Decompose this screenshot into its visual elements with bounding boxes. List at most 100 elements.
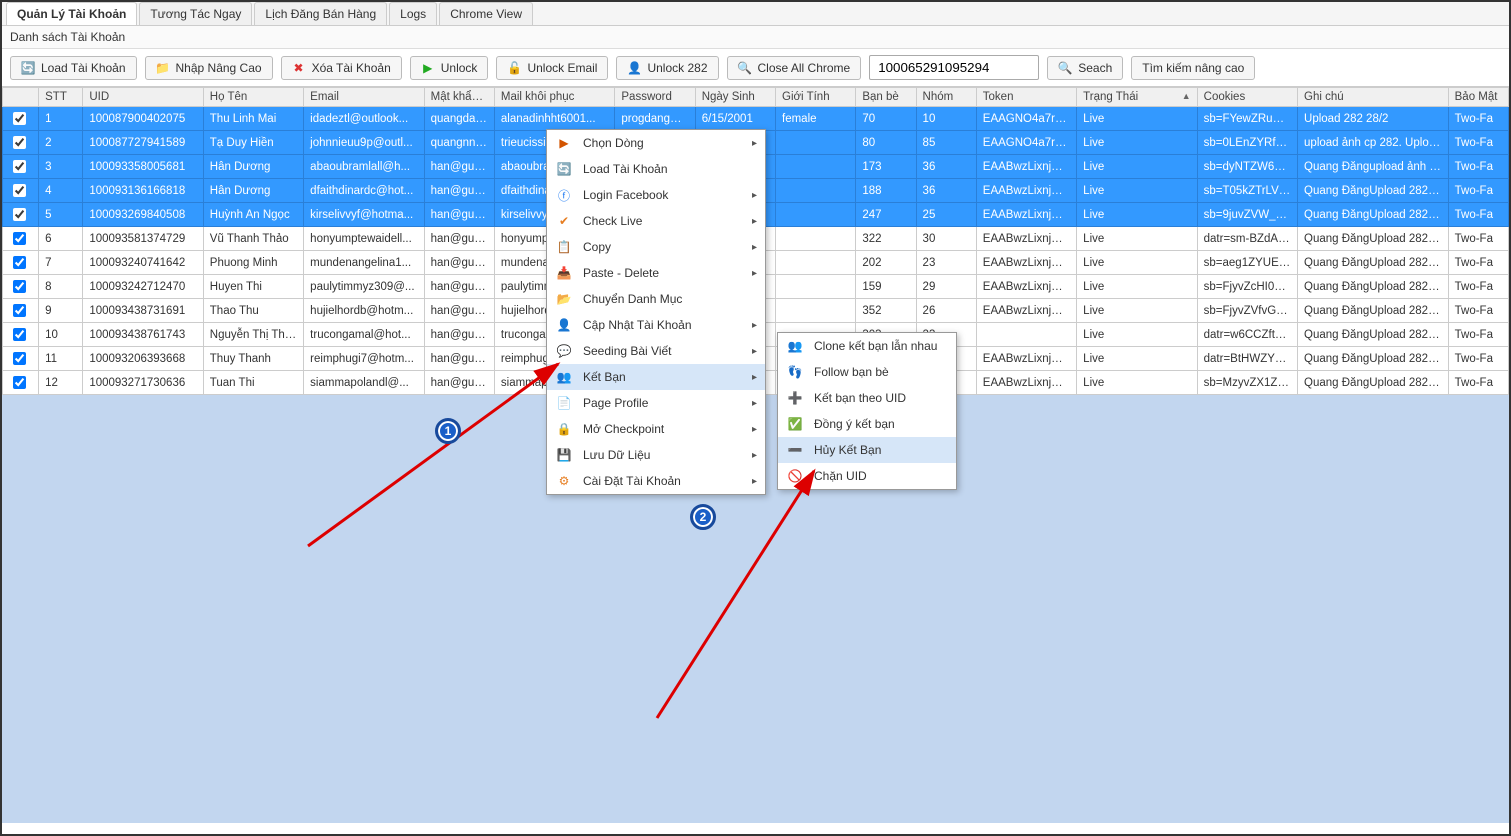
unlock-email-label: Unlock Email [527, 61, 597, 75]
menu-item[interactable]: ➕Kết bạn theo UID [778, 385, 956, 411]
menu-item[interactable]: ▶Chọn Dòng▸ [547, 130, 765, 156]
tab-logs[interactable]: Logs [389, 2, 437, 25]
col-header[interactable]: STT [39, 88, 83, 107]
menu-item[interactable]: 🔄Load Tài Khoản [547, 156, 765, 182]
row-checkbox[interactable] [13, 136, 26, 149]
menu-item[interactable]: 👥Clone kết bạn lẫn nhau [778, 333, 956, 359]
col-header[interactable]: Nhóm [916, 88, 976, 107]
col-header[interactable]: UID [83, 88, 203, 107]
submenu-arrow-icon: ▸ [752, 190, 757, 201]
col-header[interactable]: Ngày Sinh [695, 88, 775, 107]
cell-cook: sb=dyNTZW6sG... [1197, 155, 1297, 179]
col-header[interactable]: Cookies [1197, 88, 1297, 107]
col-header[interactable]: Họ Tên [203, 88, 303, 107]
cell-email: kirselivvyf@hotma... [304, 203, 424, 227]
cell-stt: 4 [39, 179, 83, 203]
menu-item[interactable]: 🔒Mở Checkpoint▸ [547, 416, 765, 442]
cell-mk: quangdan... [424, 107, 494, 131]
cell-pw: progdang@#45... [615, 107, 695, 131]
col-header[interactable]: Email [304, 88, 424, 107]
cell-mk: han@guye... [424, 275, 494, 299]
col-header[interactable]: Password [615, 88, 695, 107]
import-button[interactable]: 📁 Nhập Nâng Cao [145, 56, 273, 80]
menu-item-label: Chuyển Danh Mục [583, 292, 682, 306]
row-checkbox[interactable] [13, 304, 26, 317]
delete-accounts-button[interactable]: ✖ Xóa Tài Khoản [281, 56, 402, 80]
row-checkbox[interactable] [13, 328, 26, 341]
menu-item[interactable]: ⚙Cài Đặt Tài Khoản▸ [547, 468, 765, 494]
col-header[interactable]: Mật khẩu ... [424, 88, 494, 107]
col-header[interactable]: Mail khôi phục [494, 88, 614, 107]
table-row[interactable]: 1100087900402075Thu Linh Maiidadeztl@out… [3, 107, 1509, 131]
cell-cook: datr=w6CCZftNgI... [1197, 323, 1297, 347]
search-input[interactable] [869, 55, 1039, 80]
advanced-search-label: Tìm kiếm nâng cao [1142, 61, 1244, 75]
cell-ns: 6/15/2001 [695, 107, 775, 131]
row-checkbox[interactable] [13, 184, 26, 197]
col-header[interactable]: Trạng Thái▲ [1077, 88, 1197, 107]
menu-item[interactable]: 💬Seeding Bài Viết▸ [547, 338, 765, 364]
menu-item[interactable]: 👥Kết Bạn▸ [547, 364, 765, 390]
advanced-search-button[interactable]: Tìm kiếm nâng cao [1131, 56, 1255, 80]
menu-item[interactable]: ✅Đồng ý kết bạn [778, 411, 956, 437]
unlock-button[interactable]: ▶ Unlock [410, 56, 489, 80]
col-header[interactable]: Bảo Mật [1448, 88, 1508, 107]
cell-hoten: Hân Dương [203, 155, 303, 179]
menu-item[interactable]: 📄Page Profile▸ [547, 390, 765, 416]
menu-item[interactable]: ✔Check Live▸ [547, 208, 765, 234]
cell-nhom: 29 [916, 275, 976, 299]
search-button[interactable]: 🔍 Seach [1047, 56, 1123, 80]
cell-token: EAABwzLixnjYB... [976, 275, 1076, 299]
menu-item[interactable]: 💾Lưu Dữ Liệu▸ [547, 442, 765, 468]
col-header[interactable] [3, 88, 39, 107]
row-checkbox[interactable] [13, 232, 26, 245]
menu-item[interactable]: ⓕLogin Facebook▸ [547, 182, 765, 208]
tab-tương-tác-ngay[interactable]: Tương Tác Ngay [139, 2, 252, 25]
unlock-282-button[interactable]: 👤 Unlock 282 [616, 56, 718, 80]
menu-item[interactable]: 📂Chuyển Danh Mục [547, 286, 765, 312]
menu-item[interactable]: 👣Follow bạn bè [778, 359, 956, 385]
load-accounts-button[interactable]: 🔄 Load Tài Khoản [10, 56, 137, 80]
submenu-arrow-icon: ▸ [752, 216, 757, 227]
cell-hoten: Tuan Thi [203, 371, 303, 395]
cell-cook: sb=9juvZVW_Hf... [1197, 203, 1297, 227]
paste-icon: 📥 [555, 264, 573, 282]
row-checkbox[interactable] [13, 112, 26, 125]
menu-item-label: Kết bạn theo UID [814, 391, 906, 405]
menu-item[interactable]: 📋Copy▸ [547, 234, 765, 260]
context-menu[interactable]: ▶Chọn Dòng▸🔄Load Tài KhoảnⓕLogin Faceboo… [546, 129, 766, 495]
cell-bm: Two-Fa [1448, 155, 1508, 179]
menu-item[interactable]: 🚫Chặn UID [778, 463, 956, 489]
menu-item-label: Seeding Bài Viết [583, 344, 672, 358]
cell-uid: 100093438731691 [83, 299, 203, 323]
tab-chrome-view[interactable]: Chrome View [439, 2, 533, 25]
cell-nhom: 25 [916, 203, 976, 227]
menu-item[interactable]: 👤Cập Nhật Tài Khoản▸ [547, 312, 765, 338]
col-header[interactable]: Ghi chú [1298, 88, 1449, 107]
cell-tt: Live [1077, 179, 1197, 203]
context-submenu[interactable]: 👥Clone kết bạn lẫn nhau👣Follow bạn bè➕Kế… [777, 332, 957, 490]
col-header[interactable]: Giới Tính [776, 88, 856, 107]
submenu-arrow-icon: ▸ [752, 398, 757, 409]
row-checkbox[interactable] [13, 256, 26, 269]
cell-tt: Live [1077, 251, 1197, 275]
unlock-email-button[interactable]: 🔓 Unlock Email [496, 56, 608, 80]
cell-bm: Two-Fa [1448, 347, 1508, 371]
row-checkbox[interactable] [13, 280, 26, 293]
col-header[interactable]: Bạn bè [856, 88, 916, 107]
reload-icon: 🔄 [555, 160, 573, 178]
seed-icon: 💬 [555, 342, 573, 360]
menu-item[interactable]: ➖Hủy Kết Bạn [778, 437, 956, 463]
row-checkbox[interactable] [13, 376, 26, 389]
close-chrome-button[interactable]: 🔍 Close All Chrome [727, 56, 862, 80]
menu-item[interactable]: 📥Paste - Delete▸ [547, 260, 765, 286]
row-checkbox[interactable] [13, 352, 26, 365]
tab-quản-lý-tài-khoản[interactable]: Quản Lý Tài Khoản [6, 2, 137, 25]
tab-lịch-đăng-bán-hàng[interactable]: Lịch Đăng Bán Hàng [254, 2, 387, 25]
row-checkbox[interactable] [13, 160, 26, 173]
cell-hoten: Phuong Minh [203, 251, 303, 275]
cell-token: EAABwzLixnjYB... [976, 251, 1076, 275]
col-header[interactable]: Token [976, 88, 1076, 107]
import-label: Nhập Nâng Cao [176, 61, 262, 75]
row-checkbox[interactable] [13, 208, 26, 221]
